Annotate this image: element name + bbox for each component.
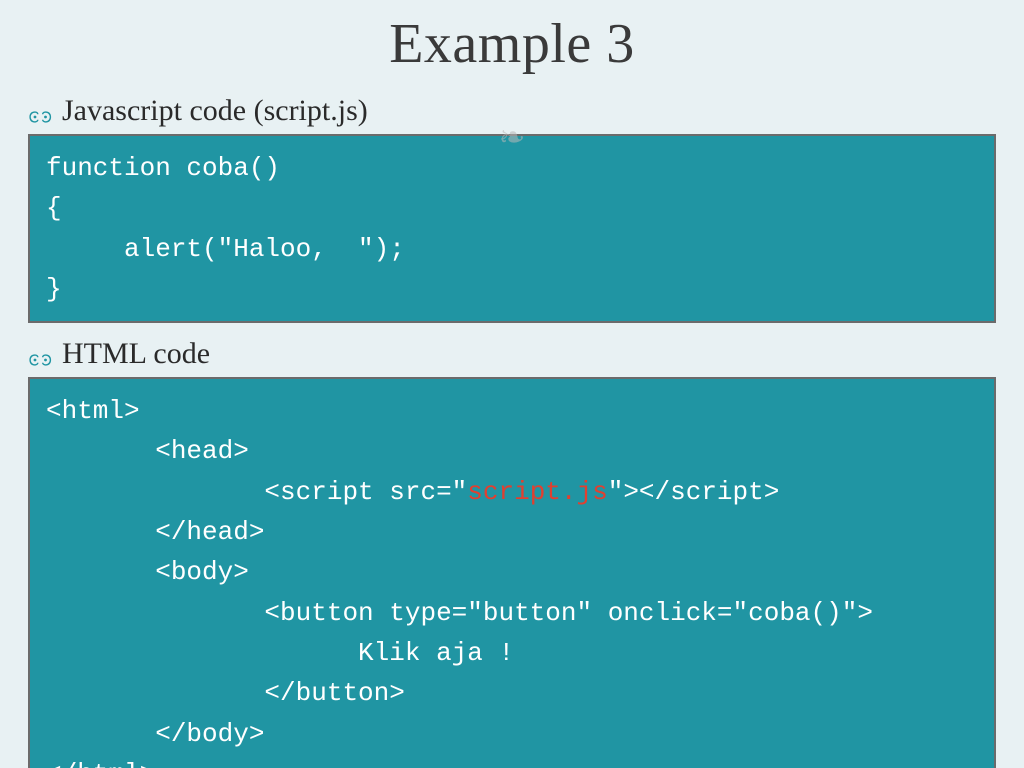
section-heading-js: Javascript code (script.js) [28, 94, 1024, 128]
bullet-icon [28, 344, 56, 364]
section-heading-html: HTML code [28, 337, 1024, 371]
bullet-icon [28, 101, 56, 121]
section-heading-html-label: HTML code [62, 337, 210, 371]
slide-container: Example 3 Javascript code (script.js) ❧ … [0, 0, 1024, 768]
slide-title: Example 3 [0, 12, 1024, 76]
code-block-js: function coba() { alert("Haloo, "); } [28, 134, 996, 323]
code-block-html: <html> <head> <script src="script.js"></… [28, 377, 996, 768]
section-heading-js-label: Javascript code (script.js) [62, 94, 368, 128]
